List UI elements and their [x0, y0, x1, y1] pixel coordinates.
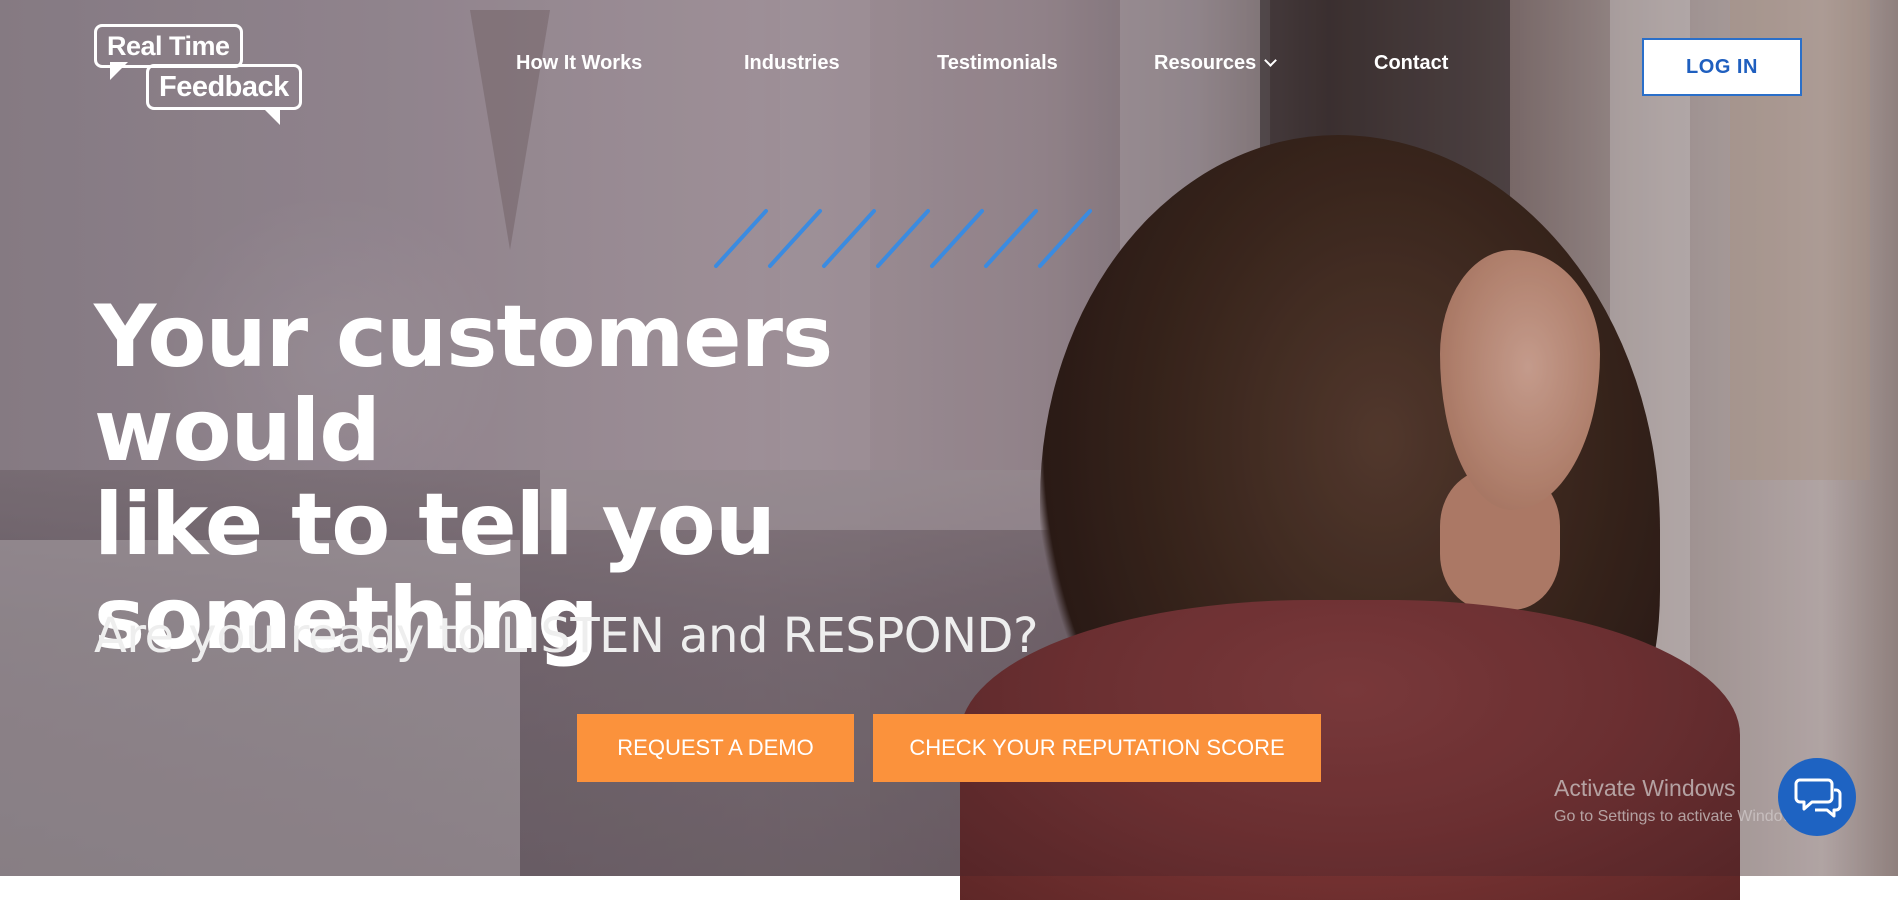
logo-line1: Real Time [94, 24, 243, 68]
decorative-slashes-icon [714, 209, 1092, 268]
logo-line2: Feedback [146, 64, 302, 110]
nav-item-industries[interactable]: Industries [744, 52, 840, 75]
check-reputation-score-button[interactable]: CHECK YOUR REPUTATION SCORE [873, 714, 1321, 782]
login-button[interactable]: LOG IN [1642, 38, 1802, 96]
chevron-down-icon [1264, 54, 1278, 67]
chat-bubbles-icon [1794, 778, 1842, 818]
nav-item-testimonials[interactable]: Testimonials [937, 52, 1058, 75]
watermark-title: Activate Windows [1554, 775, 1736, 801]
chat-button[interactable] [1778, 758, 1856, 836]
headline-line-1: Your customers would [94, 287, 833, 481]
nav-item-resources[interactable]: Resources [1154, 52, 1278, 75]
logo-speech-tail [262, 107, 280, 125]
nav-item-contact[interactable]: Contact [1374, 52, 1448, 75]
nav-item-resources-label: Resources [1154, 52, 1257, 74]
nav-item-how-it-works[interactable]: How It Works [516, 52, 642, 75]
windows-activation-watermark: Activate Windows Go to Settings to activ… [1554, 775, 1807, 826]
site-logo[interactable]: Real Time Feedback [94, 22, 310, 125]
request-demo-button[interactable]: REQUEST A DEMO [577, 714, 854, 782]
hero-subheadline: Are you ready to LISTEN and RESPOND? [94, 608, 1038, 664]
headline-line-2: like to tell you [94, 475, 776, 575]
watermark-subtitle: Go to Settings to activate Windows. [1554, 808, 1807, 825]
